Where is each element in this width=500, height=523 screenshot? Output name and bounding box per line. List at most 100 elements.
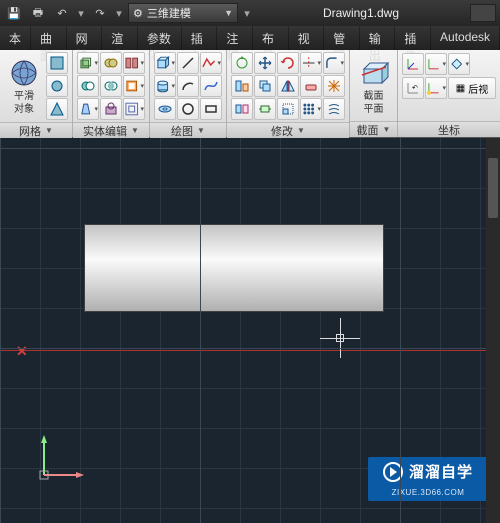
scrollbar-thumb[interactable]: [488, 158, 498, 218]
section-plane-button[interactable]: 截面 平面: [354, 57, 393, 115]
ribbon: 平滑 对象 网格▼ ▾ ▾: [0, 50, 500, 138]
menu-item[interactable]: 网格: [67, 26, 103, 50]
watermark: 溜溜自学 ZIXUE.3D66.COM: [368, 457, 488, 501]
shell-icon[interactable]: ▾: [123, 75, 145, 97]
play-icon: [383, 462, 403, 482]
rectangle-icon[interactable]: [200, 98, 222, 120]
redo-icon[interactable]: ↷: [90, 3, 110, 23]
axis-x-line: [0, 350, 500, 351]
menu-item[interactable]: 插件: [395, 26, 431, 50]
extrude-icon[interactable]: ▾: [154, 75, 176, 97]
menu-item[interactable]: 布局: [253, 26, 289, 50]
menu-item[interactable]: 管理: [324, 26, 360, 50]
menu-item[interactable]: 参数化: [138, 26, 182, 50]
workspace-selector[interactable]: ⚙ 三维建模 ▼: [128, 3, 238, 23]
print-icon[interactable]: 🖶: [28, 3, 48, 23]
watermark-sub: ZIXUE.3D66.COM: [392, 488, 465, 497]
move-icon[interactable]: [254, 52, 276, 74]
fillet-icon[interactable]: ▾: [323, 52, 345, 74]
menu-item[interactable]: 本: [0, 26, 31, 50]
panel-label[interactable]: 修改▼: [227, 122, 349, 138]
ucs-view-icon[interactable]: ▾: [448, 53, 470, 75]
title-bar: 💾 🖶 ↶ ▾ ↷ ▾ ⚙ 三维建模 ▼ ▾ Drawing1.dwg: [0, 0, 500, 26]
menu-item[interactable]: Autodesk: [431, 26, 500, 50]
undo-icon[interactable]: ↶: [52, 3, 72, 23]
svg-text:↶: ↶: [412, 85, 418, 92]
vertical-scrollbar[interactable]: [486, 138, 500, 523]
subtract-icon[interactable]: [77, 75, 99, 97]
menu-item[interactable]: 输出: [360, 26, 396, 50]
panel-label[interactable]: 实体编辑▼: [73, 122, 149, 138]
redo-dropdown-icon[interactable]: ▾: [114, 7, 124, 20]
menu-item[interactable]: 插入: [182, 26, 218, 50]
watermark-text: 溜溜自学: [409, 461, 473, 482]
array-icon[interactable]: ▾: [300, 98, 322, 120]
panel-label[interactable]: 坐标: [398, 121, 500, 137]
chevron-down-icon: ▼: [224, 8, 233, 18]
panel-label[interactable]: 网格▼: [0, 122, 72, 138]
line-icon[interactable]: [177, 52, 199, 74]
copy-icon[interactable]: [254, 75, 276, 97]
erase-icon[interactable]: [300, 75, 322, 97]
ribbon-panel-coord: ▾ ▾ ↶ ▾ ▦后视 坐标: [398, 50, 500, 137]
revolve-icon[interactable]: [154, 98, 176, 120]
mesh-tool-icon[interactable]: [46, 98, 68, 120]
offset-icon[interactable]: [323, 98, 345, 120]
ribbon-panel-mesh: 平滑 对象 网格▼: [0, 50, 73, 137]
drawn-box-face[interactable]: [84, 224, 384, 312]
rotate-icon[interactable]: [277, 52, 299, 74]
circle-icon[interactable]: [177, 98, 199, 120]
mirror3d-icon[interactable]: [231, 98, 253, 120]
ucs-origin-icon[interactable]: ▾: [425, 77, 447, 99]
ribbon-panel-section: 截面 平面 截面▼: [350, 50, 398, 137]
smooth-label-1: 平滑: [14, 91, 34, 102]
rotate3d-icon[interactable]: [231, 52, 253, 74]
extrude-face-icon[interactable]: ▾: [77, 52, 99, 74]
separate-icon[interactable]: ▾: [123, 52, 145, 74]
smooth-object-button[interactable]: 平滑 对象: [4, 57, 44, 115]
panel-label[interactable]: 截面▼: [350, 121, 397, 137]
ribbon-panel-modify: ▾ ▾ ▾ 修改▼: [227, 50, 350, 137]
section-label-2: 平面: [364, 104, 384, 115]
axis-origin-marker: ✕: [16, 343, 28, 360]
smooth-label-2: 对象: [14, 104, 34, 115]
chevron-down-icon: ▼: [297, 126, 305, 135]
workspace-more-icon[interactable]: ▾: [242, 7, 252, 20]
scale-icon[interactable]: [277, 98, 299, 120]
stretch-icon[interactable]: [254, 98, 276, 120]
ucs-world-icon[interactable]: [402, 53, 424, 75]
mesh-tool-icon[interactable]: [46, 75, 68, 97]
arc-icon[interactable]: [177, 75, 199, 97]
trim-icon[interactable]: ▾: [300, 52, 322, 74]
explode-icon[interactable]: [323, 75, 345, 97]
mesh-tool-icon[interactable]: [46, 52, 68, 74]
save-icon[interactable]: 💾: [4, 3, 24, 23]
ucs-named-icon[interactable]: ▾: [425, 53, 447, 75]
polyline-icon[interactable]: ▾: [200, 52, 222, 74]
mirror-icon[interactable]: [277, 75, 299, 97]
undo-dropdown-icon[interactable]: ▾: [76, 7, 86, 20]
intersect-icon[interactable]: [100, 75, 122, 97]
menu-bar: 本 曲面 网格 渲染 参数化 插入 注释 布局 视图 管理 输出 插件 Auto…: [0, 26, 500, 50]
taper-face-icon[interactable]: ▾: [77, 98, 99, 120]
ucs-icon[interactable]: [34, 425, 94, 485]
ribbon-panel-solid-edit: ▾ ▾ ▾ ▾ ▾ 实体编辑▼: [73, 50, 150, 137]
search-input[interactable]: [470, 4, 496, 22]
menu-item[interactable]: 渲染: [102, 26, 138, 50]
imprint-icon[interactable]: [100, 98, 122, 120]
menu-item[interactable]: 视图: [289, 26, 325, 50]
menu-item[interactable]: 曲面: [31, 26, 67, 50]
view-back-button[interactable]: ▦后视: [448, 77, 496, 99]
sphere-mesh-icon: [8, 57, 40, 89]
align-icon[interactable]: [231, 75, 253, 97]
spline-icon[interactable]: [200, 75, 222, 97]
box-icon[interactable]: ▾: [154, 52, 176, 74]
menu-item[interactable]: 注释: [217, 26, 253, 50]
ucs-prev-icon[interactable]: ↶: [402, 77, 424, 99]
union-icon[interactable]: [100, 52, 122, 74]
chevron-down-icon: ▼: [45, 126, 53, 135]
panel-label[interactable]: 绘图▼: [150, 122, 226, 138]
drawing-canvas[interactable]: ✕ 溜溜自学 ZIXUE.3D66.COM: [0, 138, 500, 523]
offset-edge-icon[interactable]: ▾: [123, 98, 145, 120]
chevron-down-icon: ▼: [383, 125, 391, 134]
